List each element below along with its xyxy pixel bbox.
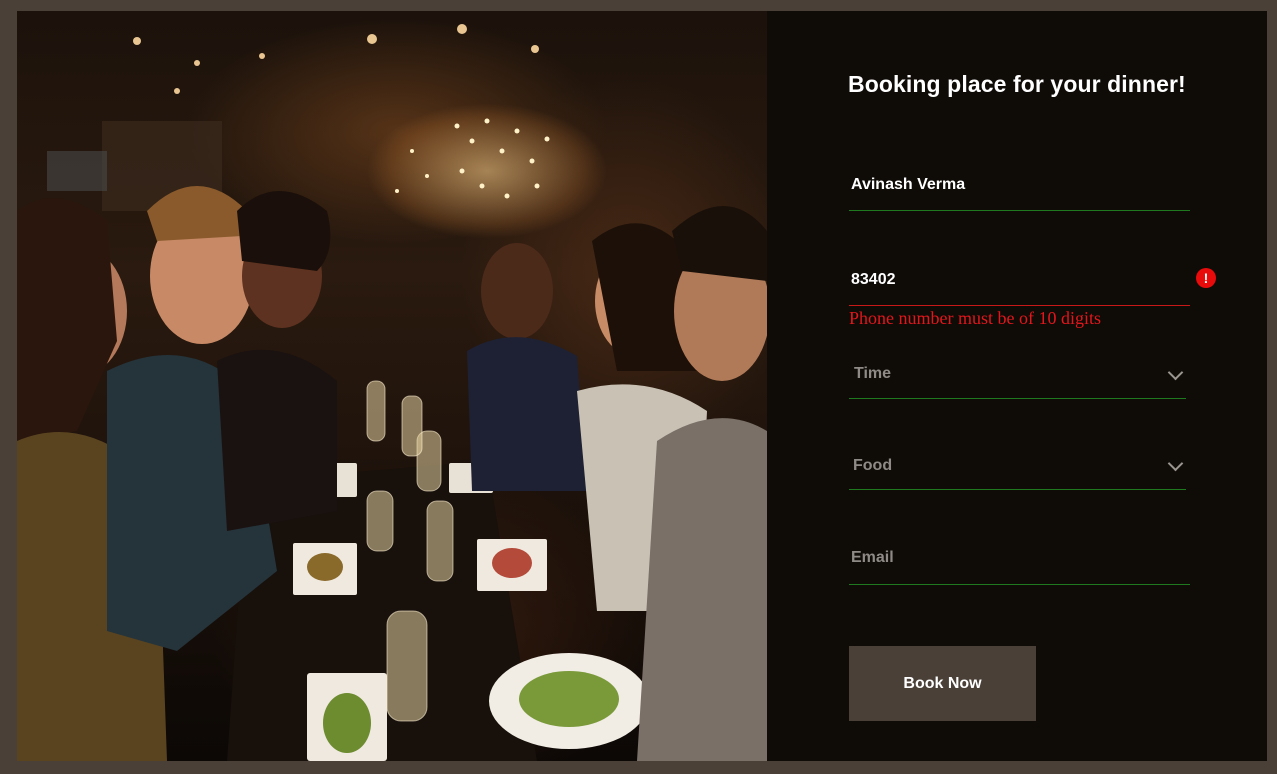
food-select[interactable]: Food (849, 452, 1186, 490)
chevron-down-icon (1167, 455, 1184, 472)
error-icon: ! (1196, 268, 1216, 288)
email-underline (849, 584, 1190, 585)
phone-field[interactable]: 83402 (849, 266, 1190, 306)
phone-error-message: Phone number must be of 10 digits (849, 308, 1101, 328)
name-underline (849, 210, 1190, 211)
time-placeholder: Time (854, 365, 892, 382)
phone-underline (849, 305, 1190, 306)
time-select[interactable]: Time (849, 361, 1186, 399)
form-title: Booking place for your dinner! (848, 71, 1186, 97)
food-placeholder: Food (853, 457, 893, 474)
booking-card: Booking place for your dinner! Avinash V… (17, 11, 1267, 761)
name-value: Avinash Verma (851, 176, 966, 193)
food-underline (849, 489, 1186, 490)
dinner-scene-illustration (17, 24, 767, 761)
email-placeholder: Email (851, 549, 894, 566)
book-now-button[interactable]: Book Now (849, 646, 1036, 721)
email-field[interactable]: Email (849, 546, 1190, 586)
name-field[interactable]: Avinash Verma (849, 171, 1190, 211)
phone-value: 83402 (851, 271, 896, 288)
time-underline (849, 398, 1186, 399)
restaurant-photo (17, 11, 767, 761)
chevron-down-icon (1167, 364, 1184, 381)
